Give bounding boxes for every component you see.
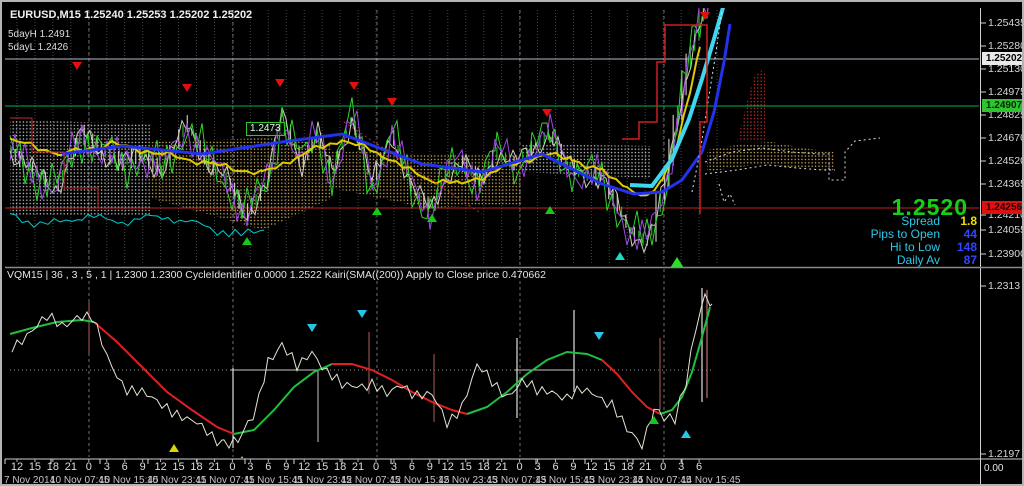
price-tick-label: 1.24975	[988, 86, 1024, 98]
hour-label: 12	[10, 461, 24, 473]
price-tick-label: 1.25435	[988, 17, 1024, 29]
price-marker-box: 1.24256	[982, 201, 1022, 214]
hour-label: 9	[426, 461, 433, 473]
hour-label: 3	[678, 461, 685, 473]
hour-label: 18	[190, 461, 203, 473]
hour-label: 18	[477, 461, 490, 473]
hour-label: 0	[372, 461, 380, 473]
hour-label: 0	[85, 461, 92, 473]
market-info-panel: Spread 1.8 Pips to Open 44 Hi to Low 148 Daily…	[870, 214, 977, 267]
hour-label: 21	[351, 461, 365, 473]
info-row-label: Hi to Low	[889, 240, 940, 254]
indicator-tick-label: 1.2197	[988, 448, 1021, 460]
info-row-label: Spread	[901, 214, 940, 228]
hour-label: 12	[298, 461, 311, 473]
price-marker-box: 1.24907	[982, 99, 1022, 112]
hour-label: 21	[639, 461, 652, 473]
indicator-window-header: VQM15 | 36 , 3 , 5 , 1 | 1.2300 1.2300 C…	[7, 269, 546, 281]
hour-label: 21	[208, 461, 221, 473]
hour-label: 6	[552, 461, 559, 473]
hour-label: 9	[570, 461, 577, 473]
mt4-chart-window: EURUSD,M15 1.25240 1.25253 1.25202 1.252…	[0, 0, 1024, 486]
hour-label: 12	[585, 461, 598, 473]
info-row-value: 44	[963, 227, 977, 241]
info-row: Pips to Open 44	[870, 227, 977, 241]
hour-label: 0	[516, 461, 523, 473]
price-tick-label: 1.24365	[988, 178, 1024, 190]
hour-label: 21	[64, 461, 77, 473]
hour-label: 3	[103, 461, 110, 473]
info-row-value: 87	[963, 253, 977, 267]
hour-label: 3	[247, 461, 254, 473]
hour-label: 6	[408, 461, 415, 473]
info-row-label: Pips to Open	[870, 227, 940, 241]
hour-label: 15	[28, 461, 42, 473]
price-marker-box: 1.25202	[982, 52, 1022, 65]
five-day-high-label: 5dayH 1.2491	[8, 29, 71, 40]
price-tick-label: 1.24670	[988, 132, 1024, 144]
hour-label: 6	[265, 461, 272, 473]
hour-label: 15	[603, 461, 616, 473]
indicator-corner-value: 0.00	[984, 463, 1004, 474]
hour-label: 6	[121, 461, 128, 473]
info-row: Spread 1.8	[871, 214, 977, 228]
hour-label: 0	[229, 461, 236, 473]
price-tick-label: 1.24520	[988, 155, 1024, 167]
chart-title-ohlc: EURUSD,M15 1.25240 1.25253 1.25202 1.252…	[10, 9, 253, 21]
info-row-value: 148	[956, 240, 977, 254]
sub-plot-area[interactable]	[5, 269, 979, 458]
hour-label: 18	[46, 461, 60, 473]
hour-label: 12	[154, 461, 167, 473]
date-label: 14 Nov 15:45	[681, 475, 741, 486]
hour-label: 6	[696, 461, 703, 473]
hour-label: 9	[283, 461, 290, 473]
hour-label: 3	[534, 461, 541, 473]
info-row-label: Daily Av	[896, 253, 940, 267]
hour-label: 21	[495, 461, 508, 473]
hour-label: 18	[333, 461, 347, 473]
info-row: Daily Av 87	[871, 253, 977, 267]
hour-label: 15	[316, 461, 329, 473]
date-label: 7 Nov 2014	[4, 475, 56, 486]
hour-label: 12	[441, 461, 454, 473]
price-tick-label: 1.25280	[988, 40, 1024, 52]
indicator-tick-label: 1.2313	[988, 280, 1021, 292]
price-tag-label: 1.2473	[246, 122, 285, 136]
five-day-low-label: 5dayL 1.2426	[8, 42, 69, 53]
hour-label: 15	[172, 461, 185, 473]
hour-label: 9	[139, 461, 146, 473]
hour-label: 18	[621, 461, 634, 473]
hour-label: 15	[459, 461, 472, 473]
price-tick-label: 1.23900	[988, 248, 1024, 260]
price-tick-label: 1.24055	[988, 224, 1024, 236]
hour-label: 0	[660, 461, 667, 473]
main-plot-area[interactable]	[5, 8, 979, 267]
info-row-value: 1.8	[960, 214, 977, 228]
info-row: Hi to Low 148	[871, 240, 977, 254]
hour-label: 3	[390, 461, 397, 473]
